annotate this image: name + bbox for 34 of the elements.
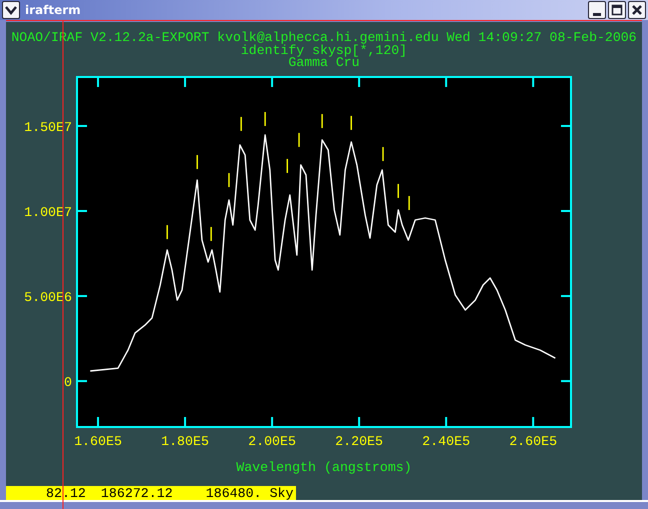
header-text: Gamma Cru <box>288 57 360 70</box>
line-mark <box>286 158 288 173</box>
line-mark <box>210 226 212 241</box>
minimize-button[interactable] <box>588 1 606 19</box>
x-axis-title: Wavelength (angstroms) <box>236 460 412 475</box>
line-mark <box>408 196 410 210</box>
close-button[interactable] <box>628 1 646 19</box>
line-mark <box>382 147 384 162</box>
line-mark <box>264 112 266 126</box>
x-axis-tick-label: 2.00E5 <box>248 434 296 449</box>
status-text: 186272.12 <box>100 486 173 500</box>
line-mark <box>298 132 300 147</box>
header-text: identify skysp[*,120] <box>240 44 408 58</box>
window-title: irafterm <box>25 3 81 17</box>
chevron-down-icon <box>5 5 17 15</box>
x-axis-tick-label: 1.60E5 <box>74 434 122 449</box>
close-icon <box>631 4 643 16</box>
x-axis-tick-label: 1.80E5 <box>161 434 209 449</box>
line-mark <box>350 116 352 130</box>
minimize-icon <box>593 12 601 16</box>
y-axis-tick-label: 0 <box>64 375 72 390</box>
line-mark <box>228 173 230 188</box>
x-axis-tick-label: 2.60E5 <box>509 434 558 449</box>
line-mark <box>240 116 242 131</box>
line-mark <box>398 184 399 198</box>
status-text: 186480. Sky <box>206 486 294 500</box>
maximize-icon <box>611 4 623 16</box>
line-mark <box>166 225 168 240</box>
x-axis-tick-label: 2.20E5 <box>335 434 384 449</box>
window-menu-button[interactable] <box>2 1 20 19</box>
x-axis-tick-label: 2.40E5 <box>422 434 470 449</box>
line-mark <box>196 155 198 170</box>
maximize-button[interactable] <box>608 1 626 19</box>
line-mark <box>321 114 323 128</box>
